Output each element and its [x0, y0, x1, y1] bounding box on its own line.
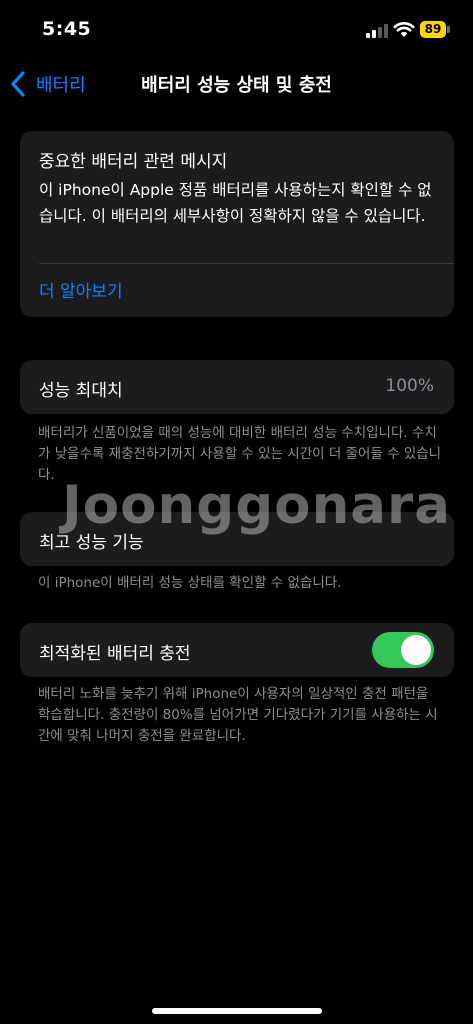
learn-more-link[interactable]: 더 알아보기 — [39, 277, 123, 302]
peak-performance-row: 최고 성능 기능 — [20, 512, 454, 566]
navigation-bar: 배터리 성능 상태 및 충전 배터리 — [0, 60, 473, 108]
wifi-icon — [393, 20, 415, 38]
alert-body: 이 iPhone이 Apple 정품 배터리를 사용하는지 확인할 수 없습니다… — [39, 181, 432, 225]
max-capacity-label: 성능 최대치 — [39, 381, 123, 401]
optimized-charging-row: 최적화된 배터리 충전 — [20, 623, 454, 677]
max-capacity-footnote: 배터리가 신품이었을 때의 성능에 대비한 배터리 성능 수치입니다. 수치가 … — [38, 425, 442, 483]
max-capacity-row: 성능 최대치 100% — [20, 360, 454, 414]
status-time: 5:45 — [42, 18, 92, 40]
status-bar: 5:45 89 — [0, 0, 473, 60]
max-capacity-value: 100% — [385, 376, 434, 396]
home-indicator[interactable] — [152, 1008, 322, 1014]
divider — [39, 263, 454, 264]
cellular-signal-icon — [366, 24, 390, 38]
alert-title: 중요한 배터리 관련 메시지 — [39, 152, 228, 172]
chevron-left-icon — [11, 71, 25, 97]
toggle-knob — [401, 635, 431, 665]
battery-level: 89 — [420, 21, 446, 38]
battery-icon: 89 — [420, 21, 450, 38]
battery-cap — [447, 26, 450, 33]
peak-performance-label: 최고 성능 기능 — [39, 533, 144, 553]
optimized-charging-label: 최적화된 배터리 충전 — [39, 644, 191, 664]
battery-alert-card: 중요한 배터리 관련 메시지 이 iPhone이 Apple 정품 배터리를 사… — [20, 131, 454, 317]
optimized-charging-footnote: 배터리 노화를 늦추기 위해 iPhone이 사용자의 일상적인 충전 패턴을 … — [38, 686, 438, 744]
back-button-label: 배터리 — [36, 75, 86, 96]
back-button[interactable]: 배터리 — [10, 70, 86, 98]
peak-performance-footnote: 이 iPhone이 배터리 성능 상태를 확인할 수 없습니다. — [38, 575, 342, 591]
optimized-charging-toggle[interactable] — [372, 632, 434, 668]
